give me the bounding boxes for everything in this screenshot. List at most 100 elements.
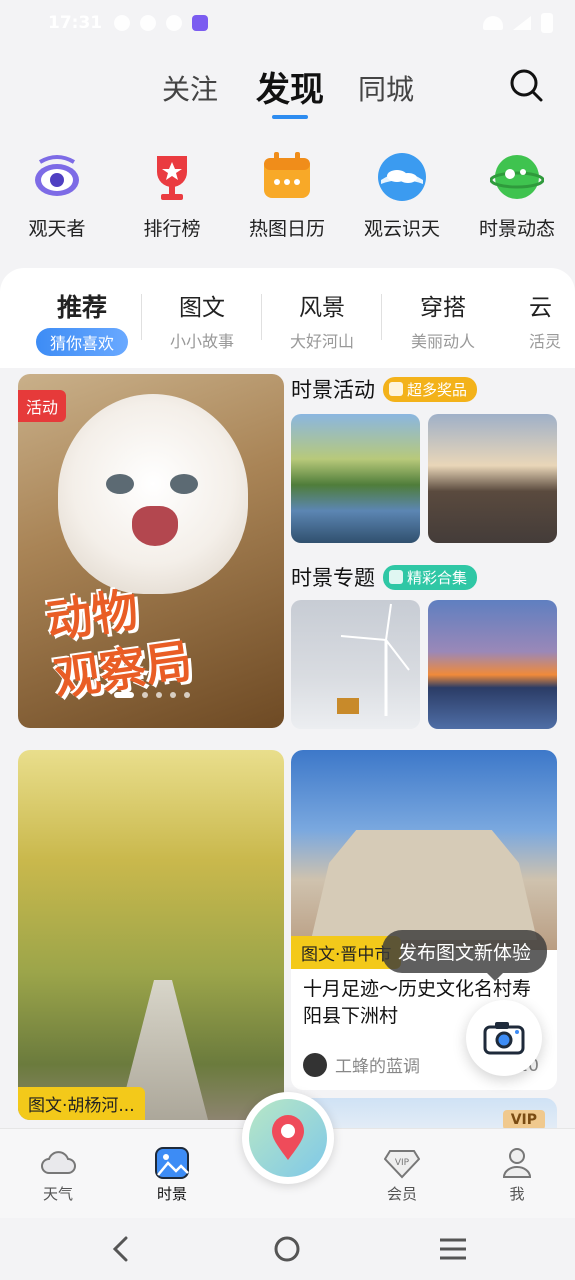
feature-label: 排行榜 — [143, 218, 201, 240]
kitten-eye — [170, 474, 198, 494]
activity-section-header[interactable]: 时景活动 超多奖品 — [291, 374, 478, 404]
category-cloud[interactable]: 云 活灵 — [503, 288, 575, 352]
svg-text:VIP: VIP — [395, 1158, 410, 1168]
status-notification-icons — [114, 15, 209, 31]
nav-label: 天气 — [42, 1185, 73, 1203]
category-subtitle: 大好河山 — [289, 332, 354, 351]
top-tab-bar: 关注 发现 同城 — [0, 62, 575, 122]
map-pin-icon — [249, 1099, 327, 1177]
category-tabs: 推荐 猜你喜欢 图文 小小故事 风景 大好河山 穿搭 美丽动人 云 活灵 — [0, 288, 575, 356]
tab-nearby[interactable]: 同城 — [358, 68, 414, 108]
map-center-button[interactable] — [242, 1092, 334, 1184]
tab-label: 关注 — [162, 73, 219, 106]
recents-menu-icon[interactable] — [436, 1232, 470, 1266]
vip-diamond-icon: VIP — [383, 1147, 421, 1179]
carousel-indicator — [114, 692, 190, 698]
back-icon[interactable] — [104, 1232, 138, 1266]
nav-label: 我 — [509, 1185, 525, 1203]
category-recommend[interactable]: 推荐 猜你喜欢 — [22, 288, 142, 356]
collection-pill: 精彩合集 — [383, 564, 478, 590]
category-title: 穿搭 — [420, 295, 466, 321]
avatar — [303, 1052, 327, 1077]
feature-heatmap-calendar[interactable]: 热图日历 — [232, 150, 342, 241]
calendar-icon — [260, 150, 314, 204]
feature-shortcuts: 观天者 排行榜 热图日历 观云识天 时景动态 — [0, 150, 575, 245]
topic-section-header[interactable]: 时景专题 精彩合集 — [291, 562, 478, 592]
topic-thumb-windmill[interactable] — [291, 600, 420, 729]
feed-tag: 图文·胡杨河... — [18, 1087, 145, 1120]
category-subtitle: 小小故事 — [169, 332, 234, 351]
kitten-illustration — [58, 394, 248, 594]
cloud-icon — [375, 150, 429, 204]
grid-icon — [389, 570, 403, 584]
gift-icon — [389, 382, 403, 396]
notification-icon — [114, 15, 131, 31]
feature-label: 时景动态 — [478, 218, 555, 240]
tab-label: 发现 — [256, 70, 324, 110]
feature-observer[interactable]: 观天者 — [2, 150, 112, 241]
activity-banner[interactable]: 活动 动物 观察局 — [18, 374, 284, 728]
tab-follow[interactable]: 关注 — [162, 68, 218, 108]
publish-tooltip: 发布图文新体验 — [382, 930, 548, 981]
topic-thumb-dusk[interactable] — [428, 600, 557, 729]
nav-weather[interactable]: 天气 — [18, 1147, 98, 1204]
feature-cloud-recognition[interactable]: 观云识天 — [347, 150, 457, 241]
category-scenery[interactable]: 风景 大好河山 — [262, 288, 382, 352]
pill-label: 精彩合集 — [407, 568, 468, 587]
house-illustration — [311, 830, 537, 940]
profile-icon — [499, 1147, 535, 1179]
feature-scene-dynamics[interactable]: 时景动态 — [462, 150, 572, 241]
activity-badge: 活动 — [18, 390, 67, 422]
windmill-illustration — [337, 603, 410, 716]
search-button[interactable] — [507, 66, 547, 106]
feature-label: 观天者 — [28, 218, 86, 240]
feed-card-poplar[interactable]: 图文·胡杨河... — [18, 750, 284, 1120]
feature-ranking[interactable]: 排行榜 — [117, 150, 227, 241]
wifi-icon — [483, 16, 503, 30]
battery-icon — [541, 13, 553, 33]
tab-discover[interactable]: 发现 — [256, 62, 324, 119]
feature-label: 热图日历 — [248, 218, 325, 240]
planet-icon — [489, 150, 545, 204]
camera-icon — [483, 1022, 525, 1055]
kitten-eye — [106, 474, 134, 494]
status-system-icons — [483, 13, 553, 33]
nav-label: 会员 — [386, 1185, 417, 1203]
vip-badge: VIP — [502, 1110, 545, 1130]
signal-icon — [513, 16, 531, 30]
eye-icon — [30, 150, 84, 204]
village-photo — [291, 750, 557, 950]
activity-thumb-lake[interactable] — [291, 414, 420, 543]
category-subtitle: 美丽动人 — [410, 332, 475, 351]
weather-cloud-icon — [166, 15, 183, 31]
category-title: 图文 — [179, 295, 225, 321]
category-title: 推荐 — [56, 293, 107, 322]
image-icon — [154, 1147, 190, 1179]
nav-profile[interactable]: 我 — [477, 1147, 557, 1204]
category-outfit[interactable]: 穿搭 美丽动人 — [383, 288, 503, 352]
pill-label: 超多奖品 — [407, 380, 468, 399]
activity-thumb-sunset[interactable] — [428, 414, 557, 543]
tab-label: 同城 — [358, 73, 415, 106]
category-subtitle: 猜你喜欢 — [35, 328, 128, 356]
category-graphic[interactable]: 图文 小小故事 — [142, 288, 262, 352]
home-icon[interactable] — [270, 1232, 304, 1266]
nav-membership[interactable]: VIP 会员 — [362, 1147, 442, 1204]
category-title: 风景 — [299, 295, 345, 321]
divider — [381, 294, 382, 340]
notification-icon — [140, 15, 157, 31]
prize-pill: 超多奖品 — [383, 376, 478, 402]
feed-author[interactable]: 工蜂的蓝调 — [303, 1052, 420, 1077]
active-tab-indicator — [272, 115, 308, 119]
status-bar: 17:31 — [0, 0, 575, 46]
section-title: 时景活动 — [291, 378, 375, 402]
category-title: 云 — [529, 295, 552, 321]
nav-scenes[interactable]: 时景 — [132, 1147, 212, 1204]
publish-camera-button[interactable] — [466, 1000, 542, 1076]
kitten-mouth — [132, 506, 178, 546]
category-subtitle: 活灵 — [529, 332, 562, 351]
author-name: 工蜂的蓝调 — [335, 1057, 420, 1077]
trophy-icon — [145, 150, 199, 204]
app-notification-icon — [192, 15, 209, 31]
status-time: 17:31 — [48, 13, 103, 33]
